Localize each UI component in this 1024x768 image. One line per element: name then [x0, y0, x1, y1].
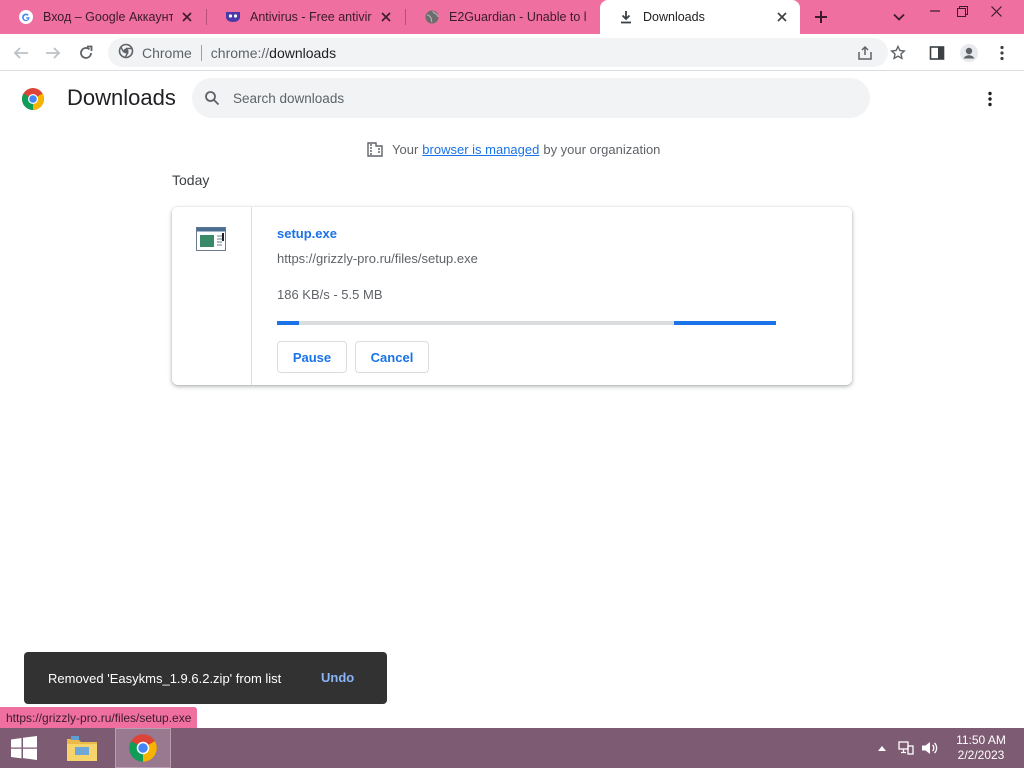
minimize-icon [930, 10, 940, 12]
downloads-header: Downloads [0, 72, 1024, 126]
undo-button[interactable]: Undo [321, 670, 354, 685]
tab-title: E2Guardian - Unable to l [449, 10, 587, 24]
chevron-down-icon [893, 13, 905, 21]
forward-button[interactable] [40, 40, 66, 66]
google-g-icon [18, 9, 34, 25]
windows-logo-icon [11, 736, 37, 760]
close-icon[interactable] [179, 9, 195, 25]
taskbar-clock[interactable]: 11:50 AM 2/2/2023 [946, 733, 1016, 763]
managed-link[interactable]: browser is managed [422, 142, 539, 157]
window-close-button[interactable] [980, 0, 1012, 22]
exe-file-icon [196, 227, 226, 251]
omnibox-divider [200, 44, 202, 61]
clock-date: 2/2/2023 [957, 748, 1005, 762]
download-status: 186 KB/s - 5.5 MB [277, 287, 383, 302]
share-button[interactable] [852, 38, 878, 67]
url-scheme: chrome:// [210, 44, 270, 61]
tab-title: Downloads [643, 10, 705, 24]
managed-notice: Your browser is managed by your organiza… [366, 140, 660, 158]
managed-suffix: by your organization [543, 141, 661, 157]
removed-toast: Removed 'Easykms_1.9.6.2.zip' from list … [24, 652, 387, 704]
taskbar-chrome[interactable] [115, 728, 171, 768]
download-item-card: setup.exe https://grizzly-pro.ru/files/s… [172, 207, 852, 385]
pause-button[interactable]: Pause [277, 341, 347, 373]
chrome-menu-button[interactable] [989, 40, 1015, 66]
tab-strip: Вход – Google Аккаунты Antivirus - Free … [0, 0, 1024, 34]
reload-icon [80, 45, 93, 59]
downloads-menu-button[interactable] [978, 86, 1002, 112]
chevron-up-icon [878, 746, 886, 751]
chrome-logo-icon [22, 88, 44, 110]
side-panel-button[interactable] [924, 40, 950, 66]
restore-button[interactable] [946, 0, 978, 22]
search-downloads-bar[interactable] [192, 78, 870, 118]
start-button[interactable] [0, 728, 48, 768]
tray-network[interactable] [897, 738, 915, 758]
back-button[interactable] [8, 40, 34, 66]
clock-time: 11:50 AM [956, 733, 1006, 747]
close-icon [990, 5, 1002, 17]
building-icon [367, 142, 383, 157]
address-bar[interactable]: Chrome chrome://downloads [108, 38, 888, 67]
cancel-button[interactable]: Cancel [355, 341, 429, 373]
tab-e2guardian[interactable]: E2Guardian - Unable to l [406, 0, 600, 34]
toast-message: Removed 'Easykms_1.9.6.2.zip' from list [48, 670, 282, 686]
browser-toolbar: Chrome chrome://downloads [0, 34, 1024, 71]
star-icon [890, 45, 906, 60]
network-icon [898, 741, 914, 755]
search-icon [205, 91, 220, 106]
tab-title: Antivirus - Free antivirus [250, 10, 372, 24]
avatar-icon [960, 44, 978, 62]
file-explorer-icon [67, 736, 97, 761]
taskbar-file-explorer[interactable] [54, 728, 110, 768]
download-icon-column [172, 207, 252, 385]
new-tab-button[interactable] [808, 5, 834, 29]
plus-icon [815, 11, 827, 23]
tab-title: Вход – Google Аккаунты [43, 10, 173, 24]
more-vert-icon [988, 91, 992, 107]
progress-segment [277, 321, 299, 325]
antivirus-mask-icon [225, 9, 241, 25]
chrome-icon [129, 734, 157, 762]
tray-overflow-button[interactable] [873, 738, 891, 758]
download-source-url[interactable]: https://grizzly-pro.ru/files/setup.exe [277, 251, 478, 266]
bookmark-button[interactable] [885, 40, 911, 66]
more-vert-icon [1000, 45, 1004, 61]
url-host: downloads [269, 44, 337, 61]
tab-google-accounts[interactable]: Вход – Google Аккаунты [0, 0, 205, 34]
arrow-left-icon [13, 47, 28, 59]
download-icon [618, 9, 634, 25]
globe-icon [424, 9, 440, 25]
page-title: Downloads [67, 85, 176, 110]
search-input[interactable] [233, 90, 793, 106]
side-panel-icon [929, 46, 945, 60]
site-label: Chrome [142, 44, 192, 61]
volume-icon [922, 742, 938, 754]
progress-segment [674, 321, 776, 325]
share-icon [858, 45, 872, 60]
close-icon[interactable] [378, 9, 394, 25]
section-heading-today: Today [172, 172, 210, 188]
download-file-name[interactable]: setup.exe [277, 226, 337, 241]
chrome-site-icon [118, 43, 134, 62]
windows-taskbar: 11:50 AM 2/2/2023 [0, 728, 1024, 768]
profile-button[interactable] [956, 40, 982, 66]
close-icon[interactable] [774, 9, 790, 25]
tray-volume[interactable] [921, 738, 939, 758]
managed-prefix: Your [392, 141, 419, 157]
restore-icon [956, 5, 968, 17]
arrow-right-icon [46, 47, 61, 59]
tab-search-button[interactable] [888, 6, 910, 28]
download-progress-bar [277, 321, 776, 325]
reload-button[interactable] [73, 40, 99, 66]
tab-downloads[interactable]: Downloads [600, 0, 800, 34]
tab-antivirus[interactable]: Antivirus - Free antivirus [207, 0, 404, 34]
link-status-bubble: https://grizzly-pro.ru/files/setup.exe [0, 707, 198, 728]
